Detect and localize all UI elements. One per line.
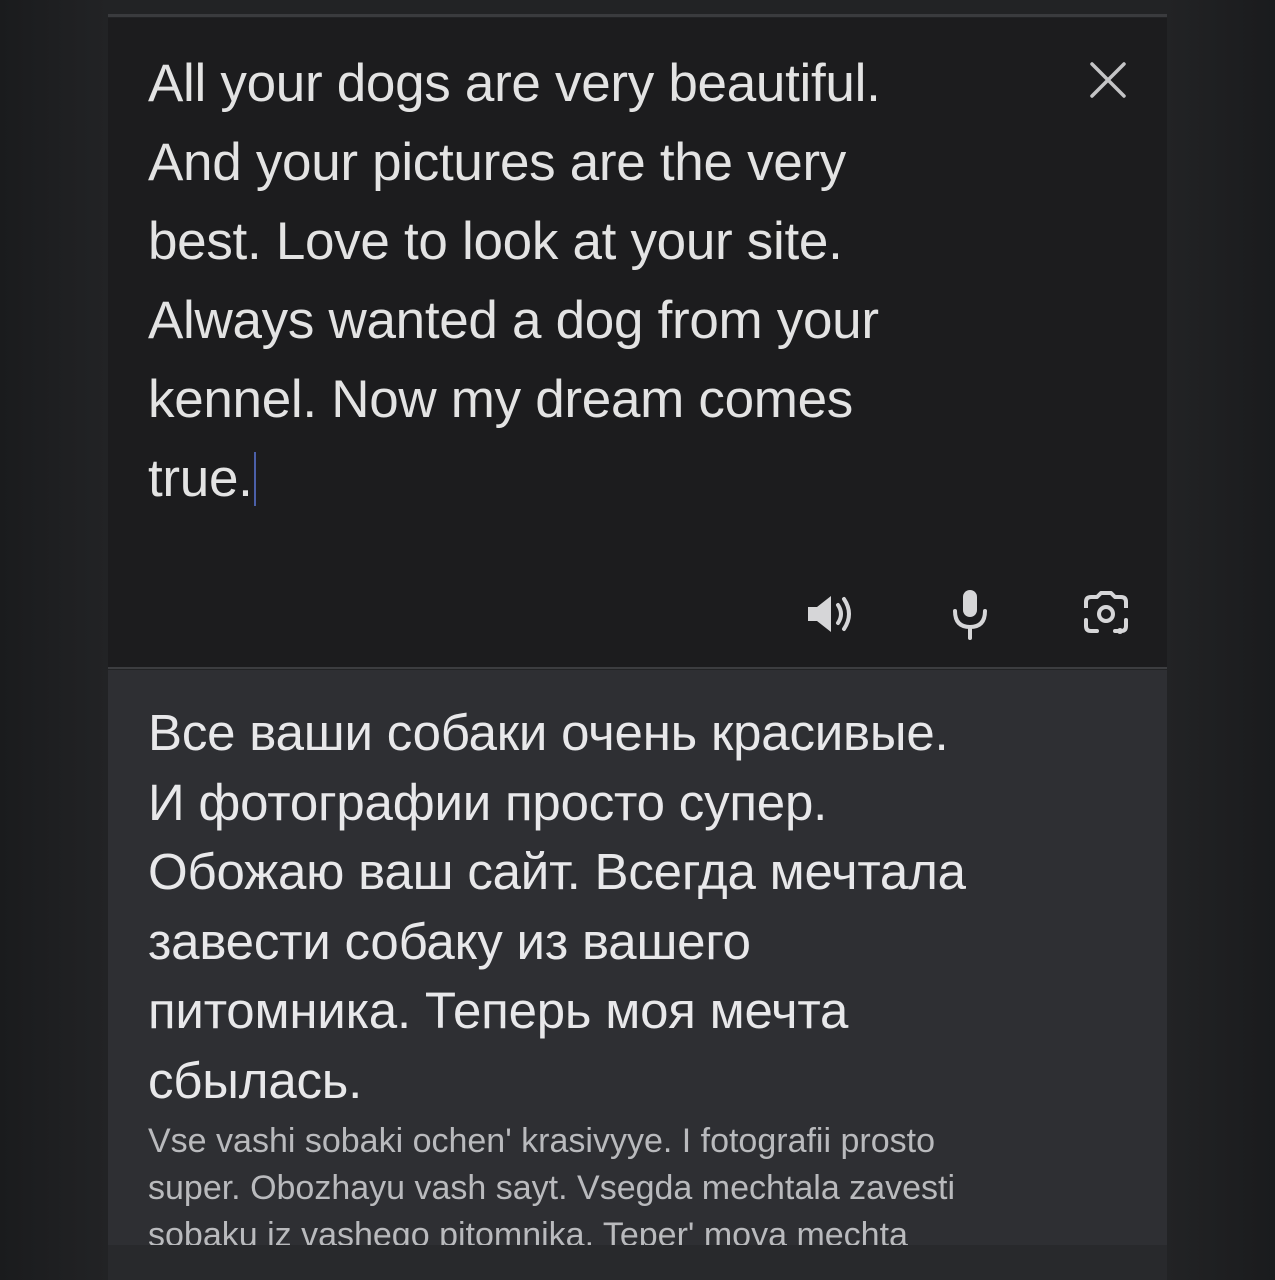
clear-text-button[interactable] [1080, 52, 1136, 108]
listen-button[interactable] [800, 584, 860, 644]
microphone-button[interactable] [940, 584, 1000, 644]
camera-button[interactable] [1076, 584, 1136, 644]
translation-text: Все ваши собаки очень красивые. И фотогр… [148, 704, 966, 1109]
source-panel: All your dogs are very beautiful. And yo… [108, 18, 1167, 669]
source-text: All your dogs are very beautiful. And yo… [148, 54, 881, 508]
speaker-icon [808, 596, 851, 632]
close-icon [1090, 62, 1126, 98]
translation-panel: Все ваши собаки очень красивые. И фотогр… [108, 670, 1167, 1245]
camera-icon [1084, 591, 1128, 634]
transliteration-text: Vse vashi sobaki ochen' krasivyye. I fot… [148, 1122, 956, 1245]
text-caret [253, 452, 256, 506]
bottom-bar [108, 1245, 1167, 1280]
source-text-input[interactable]: All your dogs are very beautiful. And yo… [148, 44, 1018, 518]
top-divider [108, 14, 1167, 17]
mic-icon [953, 590, 987, 640]
